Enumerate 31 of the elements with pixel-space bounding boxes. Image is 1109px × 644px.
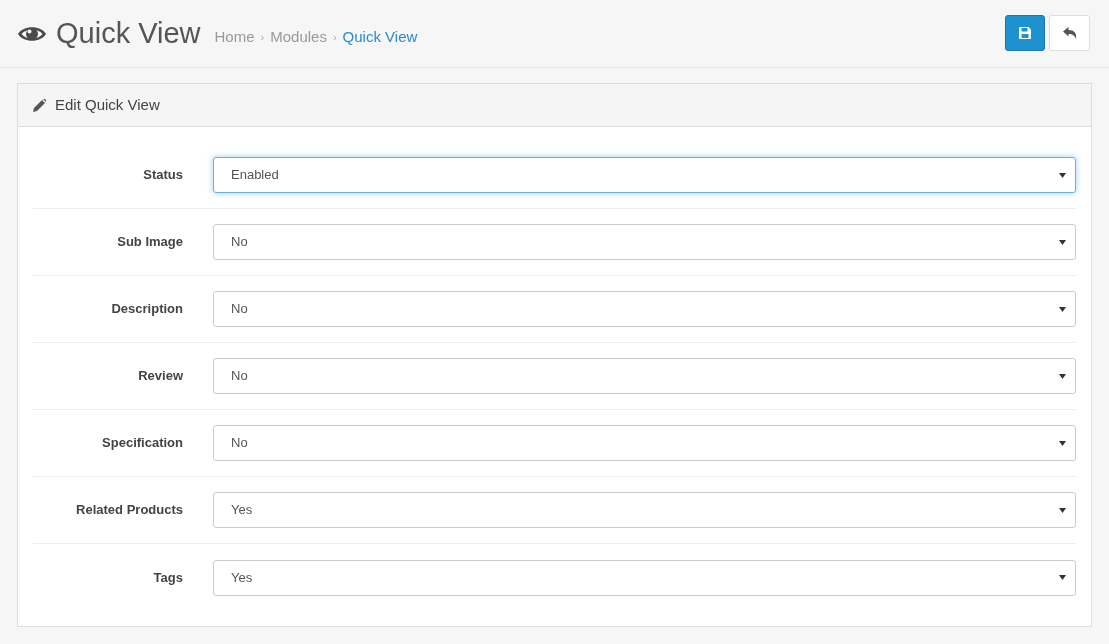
caret-icon (1059, 306, 1066, 312)
select-field[interactable]: Yes (213, 559, 1076, 596)
breadcrumb-separator: › (260, 30, 265, 46)
select-field[interactable]: No (213, 291, 1076, 327)
back-button[interactable] (1049, 14, 1090, 51)
field-label: Sub Image (116, 233, 183, 252)
caret-icon (1059, 373, 1066, 379)
select-field[interactable]: Yes (213, 492, 1076, 528)
caret-icon (1059, 440, 1066, 446)
select-field[interactable]: No (213, 425, 1076, 461)
breadcrumb-separator: › (332, 30, 337, 46)
save-button[interactable] (1005, 14, 1045, 51)
caret-icon (1059, 239, 1066, 245)
pencil-icon (33, 98, 46, 112)
save-icon (1019, 26, 1031, 39)
field-label: Tags (152, 568, 183, 587)
caret-icon (1059, 575, 1066, 580)
reply-arrow-icon (1062, 26, 1077, 39)
field-label: Review (137, 367, 183, 386)
page-title: Quick View (56, 15, 201, 51)
select-field[interactable]: No (213, 224, 1076, 260)
field-label: Description (110, 300, 183, 319)
caret-icon (1059, 172, 1066, 178)
select-field[interactable]: No (213, 358, 1076, 394)
caret-icon (1059, 507, 1066, 513)
field-label: Specification (101, 434, 183, 453)
select-field[interactable]: Enabled (213, 157, 1076, 193)
field-label: Status (142, 166, 183, 185)
breadcrumb-link[interactable]: Quick View (342, 26, 418, 49)
field-label: Related Products (75, 501, 183, 520)
panel-title: Edit Quick View (55, 94, 160, 115)
